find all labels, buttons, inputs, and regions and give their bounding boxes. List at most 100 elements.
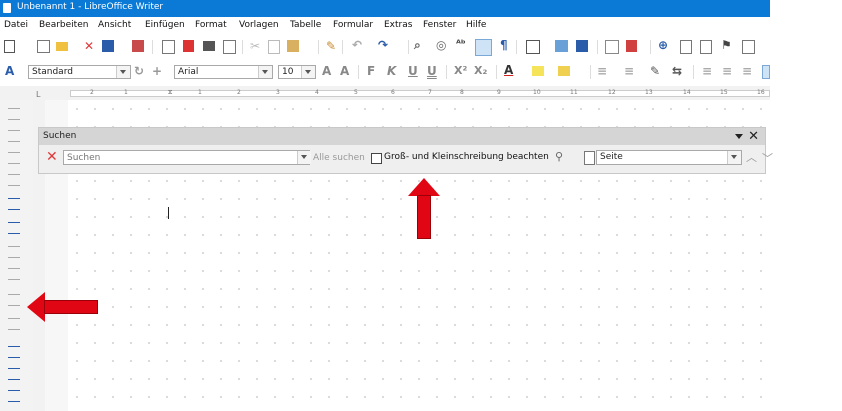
menu-tabelle[interactable]: Tabelle [290,20,321,30]
font-color-button[interactable]: A [504,63,513,77]
chevron-up-icon[interactable]: ︿ [746,149,757,165]
close-icon[interactable]: ✕ [748,129,759,144]
cut-icon[interactable]: ✂ [250,39,260,53]
match-case-checkbox[interactable] [371,153,382,164]
paragraph-indent-icon[interactable] [8,108,20,120]
font-size-combo[interactable]: 10 [278,65,316,79]
search-scope-combo[interactable]: Seite [596,150,742,165]
chevron-down-icon[interactable] [116,66,130,78]
paragraph-above-icon[interactable] [8,294,20,306]
insert-crossref-icon[interactable] [742,40,755,54]
bullet-list-icon[interactable]: ≡ [597,64,607,78]
redo-icon[interactable]: ↷ [378,38,388,52]
background-color-icon[interactable] [558,66,570,76]
indent-marker[interactable]: ⧖ [168,89,172,97]
justify-active-icon[interactable] [762,65,770,79]
chevron-down-icon[interactable] [258,66,272,78]
insert-endnote-icon[interactable] [700,40,712,54]
save-as-icon[interactable] [132,40,144,52]
align-center-icon[interactable]: ≡ [722,64,732,78]
bullet-list-icon[interactable] [8,346,20,358]
line-spacing-icon[interactable] [8,246,20,258]
insert-image-icon[interactable] [555,40,568,52]
tab-stop-selector[interactable]: L [36,90,40,99]
insert-table-icon[interactable] [526,40,540,54]
close-find-bar-icon[interactable]: ✕ [46,149,58,165]
outline-icon[interactable]: ✎ [650,64,660,78]
export-icon[interactable] [162,40,175,54]
menu-einfuegen[interactable]: Einfügen [145,20,185,30]
insert-footnote-icon[interactable] [680,40,692,54]
find-replace-dialog-icon[interactable]: ⚲ [555,150,563,163]
find-replace-icon[interactable]: ⌕ [414,38,421,52]
menu-hilfe[interactable]: Hilfe [466,20,486,30]
increase-font-icon[interactable]: A [322,64,331,78]
menu-ansicht[interactable]: Ansicht [98,20,131,30]
decrease-indent-icon[interactable] [8,222,20,234]
increase-indent-icon[interactable] [8,198,20,210]
formatting-marks-icon[interactable]: ¶ [500,38,508,52]
insert-chart-icon[interactable] [576,40,588,52]
close-doc-icon[interactable]: ✕ [84,39,94,53]
update-style-icon[interactable]: ↻ [134,64,144,78]
chevron-down-icon[interactable] [297,151,311,164]
paragraph-spacing-icon[interactable] [8,152,20,164]
menu-fenster[interactable]: Fenster [423,20,456,30]
insert-hyperlink-icon[interactable]: ⊕ [658,38,668,52]
paste-icon[interactable] [287,40,299,52]
export-pdf-icon[interactable] [183,40,194,52]
styles-icon[interactable]: A [5,64,14,78]
match-case-label[interactable]: Groß- und Kleinschreibung beachten [384,152,549,162]
print-icon[interactable] [203,41,215,51]
menu-format[interactable]: Format [195,20,227,30]
undo-icon[interactable]: ↶ [352,38,362,52]
line-spacing-icon[interactable] [8,268,20,280]
copy-icon[interactable] [268,40,280,54]
new-document-icon[interactable] [4,40,15,53]
clone-formatting-icon[interactable]: ✎ [326,39,336,53]
find-all-button[interactable]: Alle suchen [313,153,365,163]
autocorrect-active-icon[interactable] [475,39,492,56]
save-icon[interactable] [102,40,114,52]
numbered-list-icon[interactable]: ≡ [624,64,634,78]
chevron-down-icon[interactable]: ﹀ [762,150,773,166]
subscript-button[interactable]: X₂ [474,64,487,78]
indent-icon[interactable]: ⇆ [672,64,682,78]
insert-textbox-icon[interactable] [605,40,619,54]
font-name-combo[interactable]: Arial [174,65,273,79]
menu-formular[interactable]: Formular [333,20,373,30]
chevron-down-icon[interactable] [727,151,741,164]
underline-button[interactable]: U [408,64,418,78]
bold-button[interactable]: F [367,64,375,78]
double-underline-button[interactable]: U [427,64,437,78]
align-right-icon[interactable]: ≡ [742,64,752,78]
numbered-list-icon[interactable] [8,368,20,380]
outline-list-icon[interactable] [8,390,20,402]
insert-bookmark-icon[interactable]: ⚑ [721,38,732,52]
search-input[interactable] [63,150,310,165]
menu-extras[interactable]: Extras [384,20,412,30]
print-preview-icon[interactable] [223,40,236,54]
insert-page-break-icon[interactable] [626,40,637,52]
horizontal-ruler[interactable]: L 2 1 ⧖ 1 2 3 4 5 6 7 8 9 10 11 12 13 14… [0,86,770,101]
menu-datei[interactable]: Datei [4,20,28,30]
paragraph-spacing-icon[interactable] [8,174,20,186]
toolbar-menu-icon[interactable] [735,134,743,139]
paragraph-style-combo[interactable]: Standard [28,65,131,79]
italic-button[interactable]: K [387,64,396,78]
new-style-icon[interactable]: + [152,64,162,78]
spelling-icon[interactable]: ◎ [436,38,446,52]
superscript-button[interactable]: X² [454,64,467,78]
highlight-color-icon[interactable] [532,66,544,76]
paragraph-below-icon[interactable] [8,318,20,330]
paragraph-indent-icon[interactable] [8,130,20,142]
align-left-icon[interactable]: ≡ [702,64,712,78]
decrease-font-icon[interactable]: A [340,64,349,78]
menu-bearbeiten[interactable]: Bearbeiten [39,20,88,30]
menu-vorlagen[interactable]: Vorlagen [239,20,279,30]
open-folder-icon[interactable] [56,42,68,51]
find-toolbar-header[interactable]: Suchen ✕ [39,128,765,145]
chevron-down-icon[interactable] [301,66,315,78]
autospell-icon[interactable]: ᴬᵇ [456,38,466,52]
new-file-icon[interactable] [37,40,50,53]
